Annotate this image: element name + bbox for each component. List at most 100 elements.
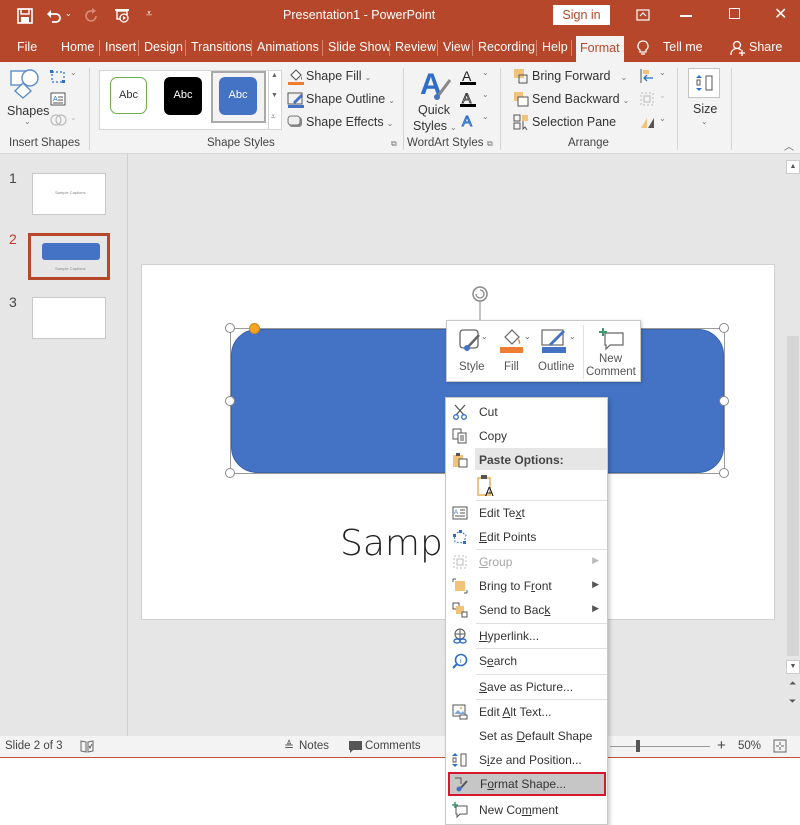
paste-keep-text-only-icon[interactable]: A <box>476 474 498 498</box>
edit-shape-dropdown-icon[interactable]: ⌄ <box>70 68 77 77</box>
present-from-start-icon[interactable] <box>113 7 131 25</box>
minimize-button[interactable] <box>680 15 692 17</box>
menu-item-set-default-shape[interactable]: Set as Default Shape <box>446 724 607 748</box>
notes-button[interactable]: Notes <box>299 740 329 752</box>
close-button[interactable]: ✕ <box>774 4 787 24</box>
menu-item-format-shape-highlighted[interactable]: Format Shape... <box>448 772 606 796</box>
comments-button[interactable]: Comments <box>365 740 421 752</box>
menu-item-edit-alt-text[interactable]: Edit Alt Text... <box>446 700 607 724</box>
wordart-launcher-icon[interactable]: ⧉ <box>487 139 493 149</box>
sign-in-button[interactable]: Sign in <box>553 5 610 25</box>
send-backward-icon[interactable] <box>513 91 529 107</box>
menu-item-cut[interactable]: Cut <box>446 400 607 424</box>
shape-effects-button[interactable]: Shape Effects ⌄ <box>306 115 393 129</box>
tab-format[interactable]: Format <box>576 36 624 62</box>
rotate-icon[interactable] <box>639 114 655 130</box>
previous-slide-icon[interactable]: ⏶ <box>789 678 796 689</box>
selection-pane-button[interactable]: Selection Pane <box>532 115 616 129</box>
text-effects-icon[interactable]: A <box>459 112 477 131</box>
fit-slide-to-window-icon[interactable] <box>773 739 787 753</box>
zoom-slider-track[interactable] <box>610 746 710 747</box>
tab-slide-show[interactable]: Slide Show <box>328 34 391 62</box>
quick-styles-button[interactable]: Styles ⌄ <box>413 119 457 133</box>
shape-style-preset-3[interactable]: Abc <box>219 77 257 115</box>
customize-quick-access-icon[interactable]: ⩡ <box>146 8 152 21</box>
gallery-more-icon[interactable]: ⩡ <box>271 112 276 122</box>
shape-fill-button[interactable]: Shape Fill ⌄ <box>306 69 371 83</box>
tab-animations[interactable]: Animations <box>257 34 319 62</box>
quick-styles-label[interactable]: Quick <box>418 103 450 117</box>
shape-fill-icon[interactable] <box>287 68 305 86</box>
slide-thumbnail-1[interactable]: Sample Captions <box>32 173 106 215</box>
shape-style-preset-1[interactable]: Abc <box>110 77 147 114</box>
resize-handle-top-right[interactable] <box>719 323 729 333</box>
menu-item-save-as-picture[interactable]: Save as Picture... <box>446 675 607 699</box>
menu-item-bring-to-front[interactable]: Bring to Front ▶ <box>446 574 607 598</box>
mini-fill-button[interactable]: ⌄ Fill <box>497 325 533 379</box>
slide-thumbnail-3[interactable] <box>32 297 106 339</box>
tab-help[interactable]: Help <box>542 34 568 62</box>
undo-icon[interactable] <box>46 8 62 24</box>
text-outline-icon[interactable]: A <box>459 90 477 108</box>
menu-item-hyperlink[interactable]: Hyperlink... <box>446 624 607 648</box>
align-dropdown-icon[interactable]: ⌄ <box>659 68 666 77</box>
text-outline-dropdown-icon[interactable]: ⌄ <box>482 90 489 99</box>
rotate-dropdown-icon[interactable]: ⌄ <box>659 114 666 123</box>
undo-dropdown-icon[interactable]: ⌄ <box>65 9 72 18</box>
next-slide-icon[interactable]: ⏷ <box>789 696 796 707</box>
shapes-dropdown-icon[interactable]: ⌄ <box>24 117 31 126</box>
resize-handle-bottom-right[interactable] <box>719 468 729 478</box>
text-effects-dropdown-icon[interactable]: ⌄ <box>482 112 489 121</box>
size-button-frame[interactable] <box>688 68 720 98</box>
selection-pane-icon[interactable] <box>513 114 531 130</box>
scroll-thumb[interactable] <box>787 336 799 656</box>
menu-item-search[interactable]: i Search <box>446 649 607 673</box>
rotate-handle-icon[interactable] <box>470 284 492 324</box>
align-icon[interactable] <box>639 68 655 84</box>
resize-handle-left[interactable] <box>225 396 235 406</box>
ribbon-display-options-icon[interactable] <box>636 9 650 21</box>
shapes-gallery-icon[interactable] <box>9 67 41 99</box>
shape-outline-icon[interactable] <box>287 91 305 109</box>
text-box-icon[interactable]: A <box>50 92 66 106</box>
zoom-in-button[interactable]: + <box>717 737 726 754</box>
shape-style-preset-2[interactable]: Abc <box>164 77 202 115</box>
text-fill-icon[interactable]: A <box>459 68 477 86</box>
shape-outline-button[interactable]: Shape Outline ⌄ <box>306 92 395 106</box>
bring-forward-icon[interactable] <box>513 68 529 84</box>
tab-recording[interactable]: Recording <box>478 34 535 62</box>
share-person-icon[interactable] <box>730 40 746 56</box>
vertical-scrollbar[interactable]: ▲ ▼ ⏶ ⏷ <box>786 154 800 736</box>
tab-review[interactable]: Review <box>395 34 436 62</box>
notes-icon[interactable]: ≜ <box>284 739 294 753</box>
accessibility-check-icon[interactable] <box>80 740 94 753</box>
menu-item-edit-points[interactable]: Edit Points <box>446 525 607 549</box>
mini-style-button[interactable]: ⌄ Style <box>453 325 493 379</box>
size-dropdown-icon[interactable]: ⌄ <box>701 117 708 126</box>
text-fill-dropdown-icon[interactable]: ⌄ <box>482 68 489 77</box>
tab-view[interactable]: View <box>443 34 470 62</box>
maximize-button[interactable] <box>729 8 740 19</box>
resize-handle-right[interactable] <box>719 396 729 406</box>
share-button[interactable]: Share <box>749 34 782 62</box>
shape-effects-icon[interactable] <box>287 114 305 130</box>
gallery-up-icon[interactable]: ▲ <box>271 72 278 79</box>
tab-insert[interactable]: Insert <box>105 34 136 62</box>
tab-home[interactable]: Home <box>61 34 94 62</box>
tab-design[interactable]: Design <box>144 34 183 62</box>
shapes-button[interactable]: Shapes <box>7 104 49 118</box>
menu-item-copy[interactable]: Copy <box>446 424 607 448</box>
corner-adjust-handle[interactable] <box>249 323 260 334</box>
mini-outline-button[interactable]: ⌄ Outline <box>537 325 583 379</box>
edit-shape-icon[interactable] <box>50 70 68 84</box>
send-backward-button[interactable]: Send Backward ⌄ <box>532 92 629 106</box>
tell-me-search[interactable]: Tell me <box>663 34 703 62</box>
slide-thumbnail-2-selected[interactable]: Sample Captions <box>28 233 110 280</box>
zoom-slider-thumb[interactable] <box>636 740 640 752</box>
save-icon[interactable] <box>17 8 33 24</box>
tab-file[interactable]: File <box>17 34 37 62</box>
resize-handle-top-left[interactable] <box>225 323 235 333</box>
quick-styles-icon[interactable]: A <box>418 66 452 104</box>
menu-item-size-and-position[interactable]: Size and Position... <box>446 748 607 772</box>
collapse-ribbon-icon[interactable]: ︿ <box>784 138 794 153</box>
